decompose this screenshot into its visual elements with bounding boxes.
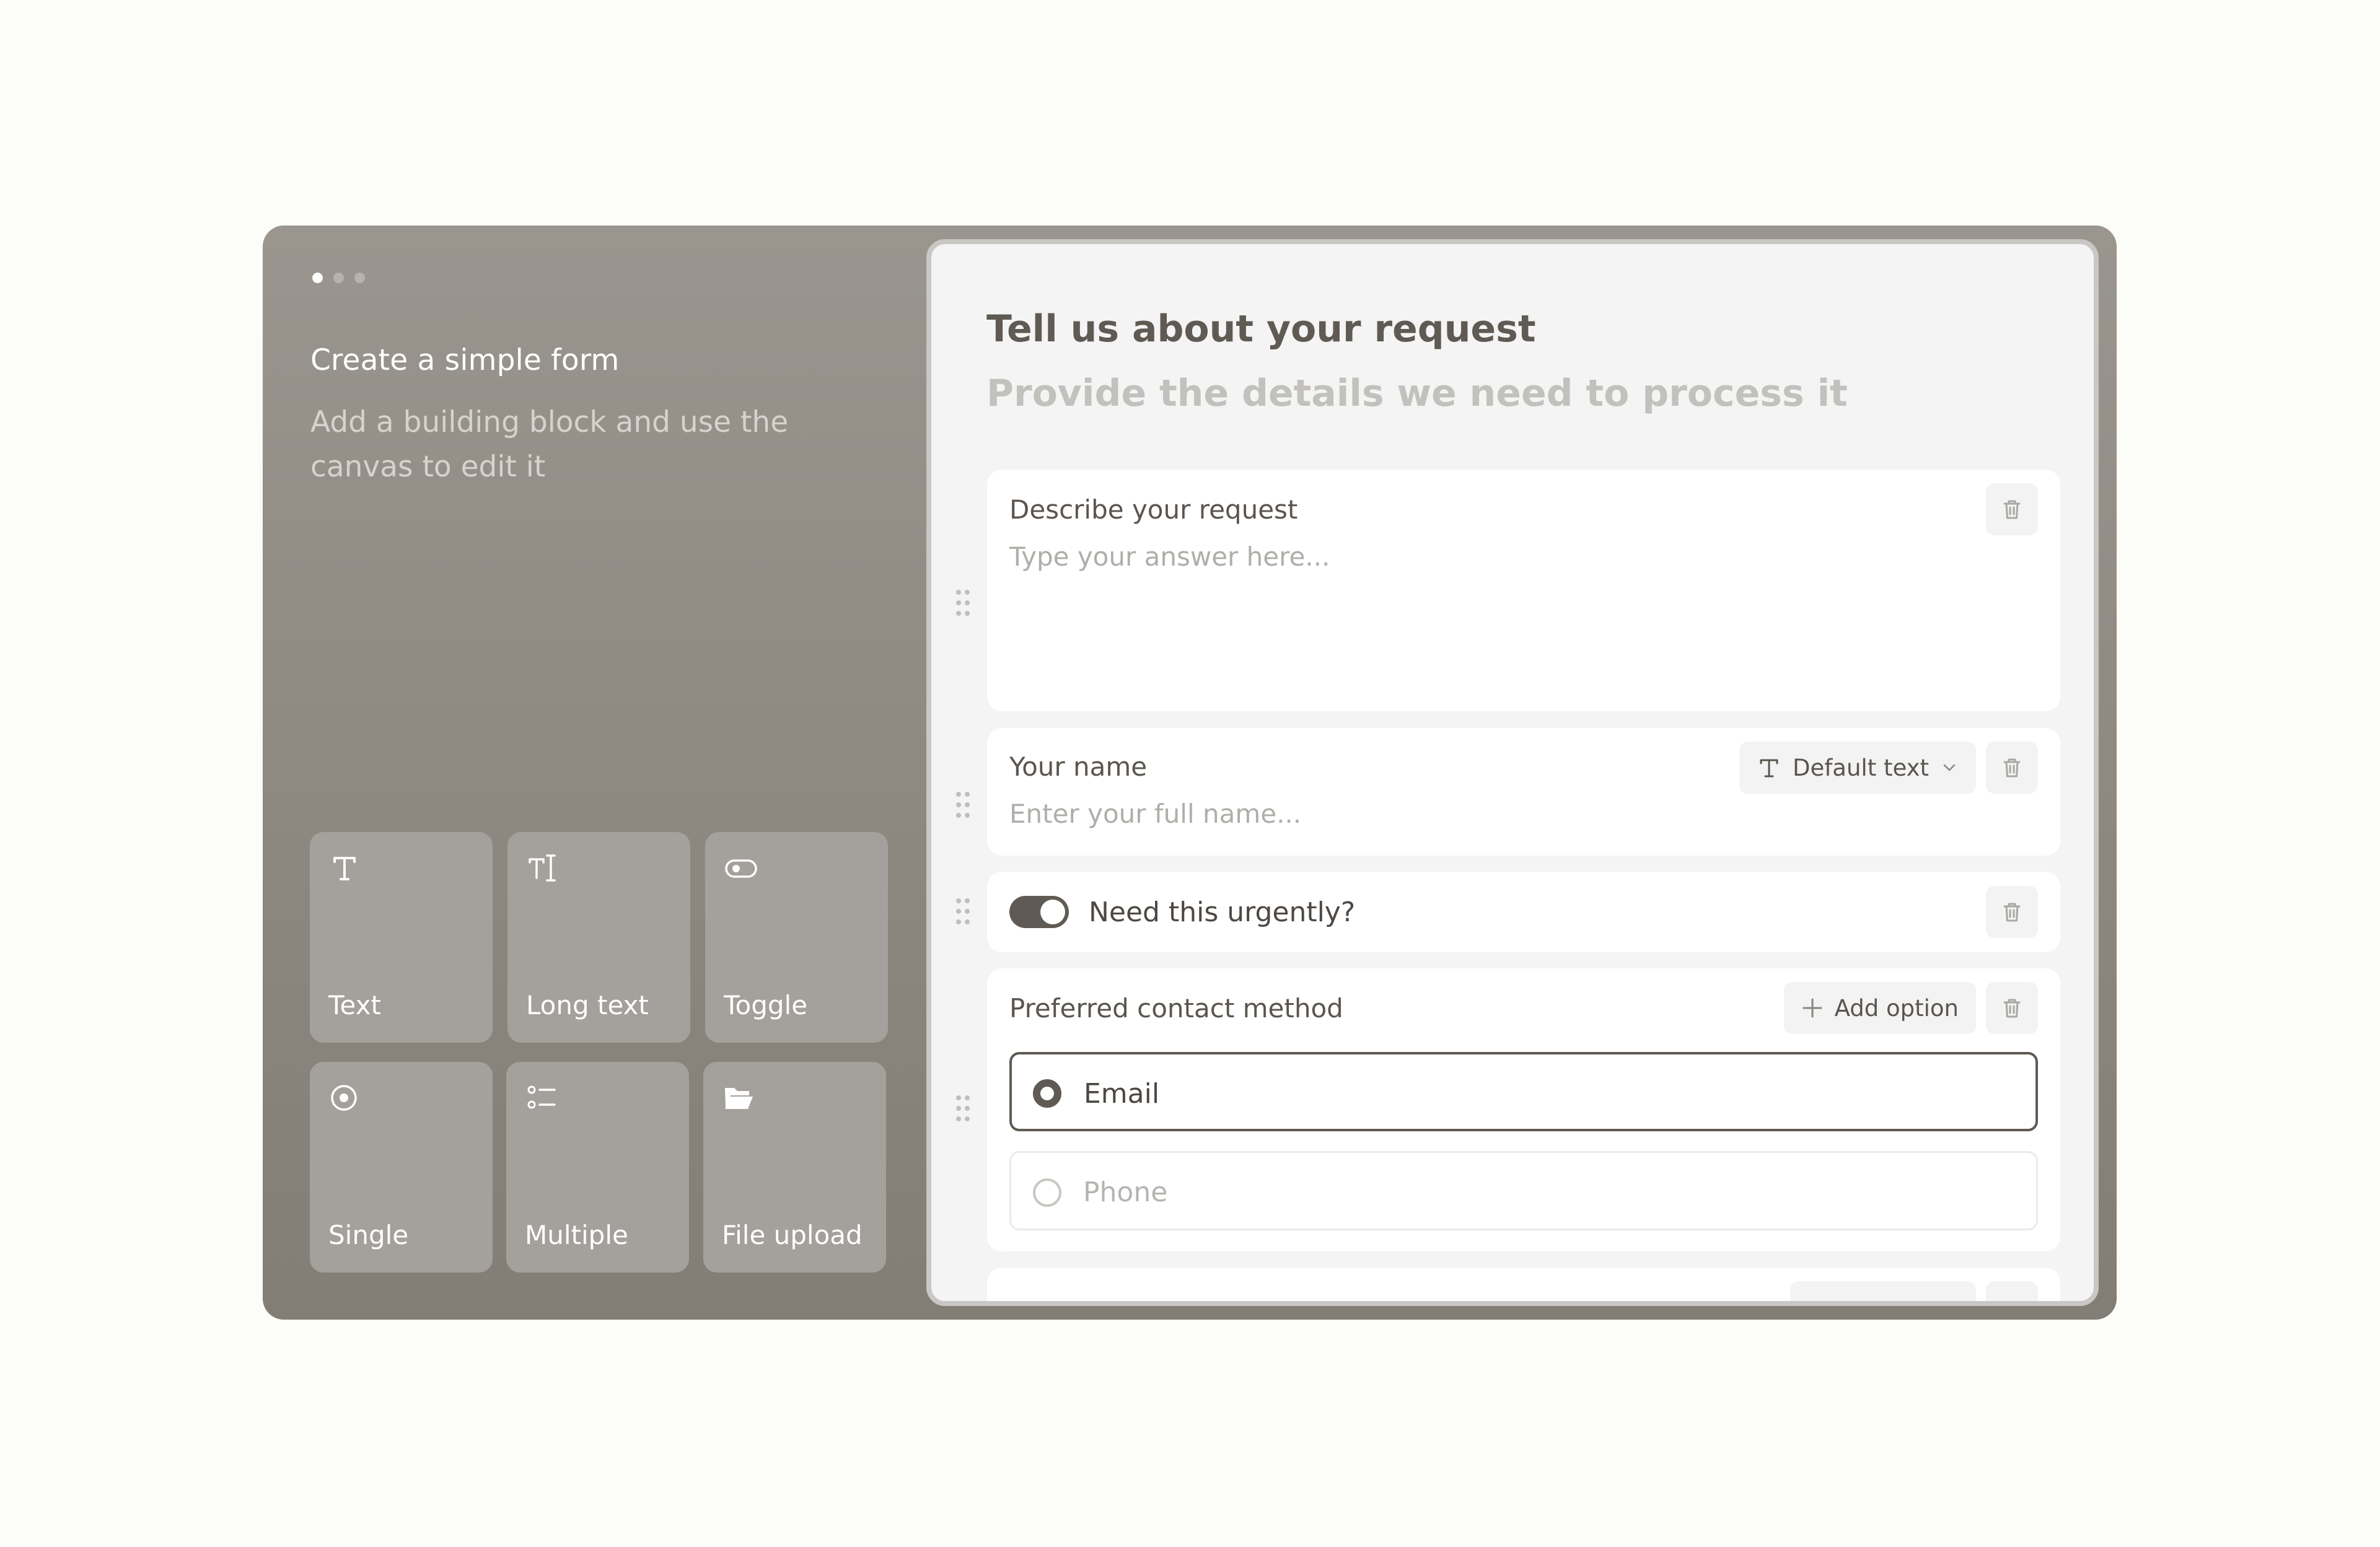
- trash-icon: [2003, 500, 2021, 519]
- block-file-upload[interactable]: File upload: [703, 1062, 886, 1273]
- field-label[interactable]: Describe your request: [1009, 494, 1298, 525]
- block-text[interactable]: Text: [310, 832, 493, 1043]
- text-format-dropdown[interactable]: Default text: [1739, 742, 1976, 794]
- pager-dot-active[interactable]: [312, 273, 323, 283]
- block-label: Multiple: [525, 1220, 628, 1250]
- block-single[interactable]: Single: [310, 1062, 493, 1273]
- block-label: Text: [328, 990, 381, 1020]
- delete-field-button[interactable]: [1986, 742, 2038, 794]
- field-card-contact[interactable]: Preferred contact method Add option Emai…: [987, 968, 2060, 1251]
- add-option-label: Add option: [1834, 994, 1959, 1022]
- option-phone[interactable]: Phone: [1009, 1151, 2038, 1230]
- text-format-label: Default text: [1793, 754, 1929, 781]
- radio-selected[interactable]: [1033, 1079, 1061, 1108]
- field-action-button[interactable]: [1790, 1281, 1976, 1301]
- delete-field-button[interactable]: [1986, 982, 2038, 1034]
- drag-handle-icon[interactable]: [954, 1093, 972, 1124]
- field-card-urgent[interactable]: Need this urgently?: [987, 872, 2060, 952]
- drag-handle-icon[interactable]: [954, 587, 972, 618]
- block-multiple[interactable]: Multiple: [506, 1062, 689, 1273]
- pager-dot[interactable]: [333, 273, 344, 283]
- request-textarea[interactable]: Type your answer here...: [1009, 541, 1330, 572]
- block-label: File upload: [722, 1220, 863, 1250]
- block-label: Single: [328, 1220, 409, 1250]
- text-icon: [1760, 759, 1778, 778]
- checklist-icon: [527, 1085, 556, 1109]
- drag-handle-icon[interactable]: [954, 896, 972, 927]
- block-label: Long text: [526, 990, 649, 1020]
- form-canvas: Tell us about your request Provide the d…: [926, 239, 2099, 1306]
- sidebar-title: Create a simple form: [310, 343, 620, 377]
- drag-handle-icon[interactable]: [954, 789, 972, 820]
- option-label: Email: [1084, 1078, 1160, 1110]
- option-label: Phone: [1083, 1177, 1168, 1208]
- field-label[interactable]: Your name: [1009, 752, 1147, 782]
- field-label[interactable]: Preferred contact method: [1009, 993, 1343, 1023]
- sidebar-subtitle: Add a building block and use the canvas …: [310, 405, 789, 484]
- trash-icon: [2003, 999, 2021, 1018]
- long-text-icon: [529, 854, 556, 882]
- plus-icon: [1803, 998, 1822, 1018]
- toggle-knob: [1040, 900, 1065, 924]
- block-toggle[interactable]: Toggle: [705, 832, 888, 1043]
- field-label[interactable]: Need this urgently?: [1089, 896, 1355, 928]
- option-email[interactable]: Email: [1009, 1052, 2038, 1131]
- name-input[interactable]: Enter your full name...: [1009, 799, 1301, 829]
- toggle-icon: [725, 859, 757, 878]
- delete-field-button[interactable]: [1986, 483, 2038, 535]
- pager-dot[interactable]: [354, 273, 365, 283]
- chevron-down-icon: [1943, 764, 1956, 771]
- add-option-button[interactable]: Add option: [1783, 982, 1976, 1034]
- text-icon: [333, 857, 356, 880]
- trash-icon: [2003, 903, 2021, 922]
- trash-icon: [2003, 758, 2021, 778]
- block-long-text[interactable]: Long text: [507, 832, 690, 1043]
- field-card-name[interactable]: Your name Enter your full name... Defaul…: [987, 728, 2060, 856]
- radio-icon: [331, 1085, 357, 1111]
- urgent-toggle[interactable]: [1009, 896, 1069, 928]
- form-subtitle[interactable]: Provide the details we need to process i…: [986, 372, 1848, 415]
- pager-dots: [312, 273, 365, 283]
- app-frame: Create a simple form Add a building bloc…: [263, 226, 2117, 1320]
- field-card-request[interactable]: Describe your request Type your answer h…: [987, 470, 2060, 711]
- form-title[interactable]: Tell us about your request: [986, 307, 1536, 351]
- field-card-next[interactable]: [987, 1268, 2060, 1301]
- delete-field-button[interactable]: [1986, 886, 2038, 938]
- block-label: Toggle: [724, 990, 808, 1020]
- folder-icon: [725, 1088, 753, 1109]
- delete-field-button[interactable]: [1986, 1281, 2038, 1301]
- radio-unselected[interactable]: [1033, 1178, 1061, 1207]
